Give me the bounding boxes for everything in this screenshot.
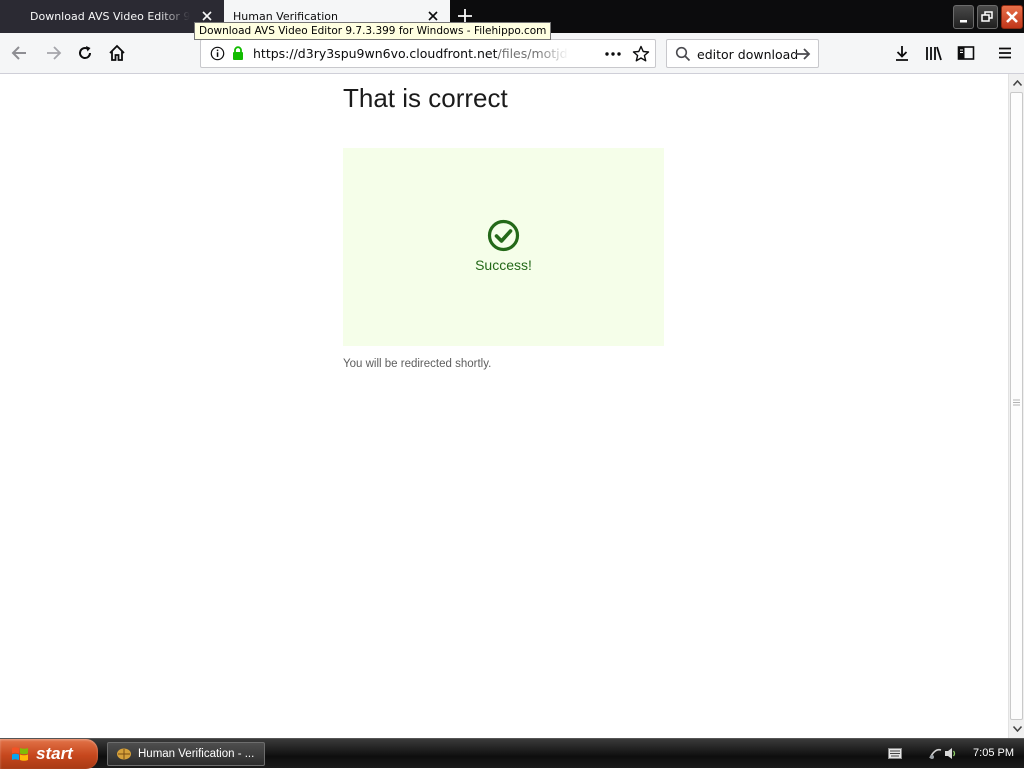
search-bar[interactable]: editor download bbox=[666, 39, 819, 68]
menu-button[interactable] bbox=[994, 42, 1016, 64]
success-label: Success! bbox=[475, 257, 532, 273]
home-icon bbox=[109, 44, 125, 61]
close-icon bbox=[1006, 11, 1018, 23]
start-button[interactable]: start bbox=[0, 739, 98, 769]
check-circle-icon bbox=[487, 219, 520, 252]
download-icon bbox=[896, 46, 908, 61]
reload-icon bbox=[79, 46, 92, 59]
library-icon bbox=[926, 46, 942, 61]
close-icon[interactable] bbox=[200, 9, 214, 23]
taskbar: start Human Verification - ... 7:05 PM bbox=[0, 738, 1024, 769]
downloads-button[interactable] bbox=[891, 42, 913, 64]
url-host: https://d3ry3spu9wn6vo.cloudfront.net bbox=[253, 46, 498, 61]
sidebar-icon bbox=[957, 46, 975, 60]
restore-button[interactable] bbox=[977, 5, 998, 29]
chevron-up-icon bbox=[1012, 80, 1022, 86]
url-text[interactable]: https://d3ry3spu9wn6vo.cloudfront.net/fi… bbox=[253, 46, 569, 61]
lock-icon[interactable] bbox=[231, 46, 245, 61]
scroll-up-button[interactable] bbox=[1009, 75, 1024, 91]
page-content: That is correct Success! You will be red… bbox=[0, 74, 1008, 738]
windows-logo-icon bbox=[12, 747, 28, 761]
tab-tooltip: Download AVS Video Editor 9.7.3.399 for … bbox=[194, 22, 552, 40]
taskbar-item-human-verification[interactable]: Human Verification - ... bbox=[107, 742, 265, 766]
browser-app-icon bbox=[117, 748, 131, 760]
sidebar-button[interactable] bbox=[955, 42, 977, 64]
reload-button[interactable] bbox=[74, 42, 96, 64]
system-tray: 7:05 PM bbox=[876, 739, 1024, 769]
network-icon[interactable] bbox=[928, 746, 943, 761]
close-icon[interactable] bbox=[426, 9, 440, 23]
scrollbar-thumb[interactable] bbox=[1010, 92, 1023, 720]
bookmark-star-icon[interactable] bbox=[632, 45, 650, 63]
speaker-icon[interactable] bbox=[943, 746, 957, 761]
library-button[interactable] bbox=[923, 42, 945, 64]
address-bar[interactable]: https://d3ry3spu9wn6vo.cloudfront.net/fi… bbox=[200, 39, 656, 68]
restore-icon bbox=[981, 11, 993, 22]
grip-icon bbox=[1013, 399, 1020, 406]
info-icon[interactable] bbox=[210, 46, 225, 61]
search-go-arrow-icon[interactable] bbox=[794, 46, 812, 62]
forward-button[interactable] bbox=[42, 42, 64, 64]
search-input-text: editor download bbox=[697, 47, 799, 62]
back-arrow-icon bbox=[11, 46, 26, 60]
minimize-icon bbox=[960, 20, 967, 23]
keyboard-icon[interactable] bbox=[888, 748, 902, 759]
taskbar-clock: 7:05 PM bbox=[973, 747, 1014, 759]
url-path: /files/motjdwca bbox=[497, 46, 569, 61]
start-label: start bbox=[36, 744, 73, 763]
close-window-button[interactable] bbox=[1001, 5, 1023, 29]
redirect-message: You will be redirected shortly. bbox=[343, 358, 492, 370]
success-panel: Success! bbox=[343, 148, 664, 346]
taskbar-item-label: Human Verification - ... bbox=[138, 748, 255, 760]
tab-label: Download AVS Video Editor 9.7.3.399 bbox=[30, 10, 190, 23]
page-title: That is correct bbox=[343, 83, 508, 113]
page-actions-icon[interactable] bbox=[604, 47, 622, 61]
chevron-down-icon bbox=[1012, 726, 1022, 732]
home-button[interactable] bbox=[106, 42, 128, 64]
search-icon bbox=[675, 46, 691, 62]
minimize-button[interactable] bbox=[953, 5, 974, 29]
hamburger-menu-icon bbox=[999, 47, 1011, 59]
forward-arrow-icon bbox=[47, 46, 62, 60]
back-button[interactable] bbox=[9, 42, 31, 64]
vertical-scrollbar[interactable] bbox=[1008, 74, 1024, 738]
scroll-down-button[interactable] bbox=[1009, 721, 1024, 737]
tab-download-avs[interactable]: Download AVS Video Editor 9.7.3.399 bbox=[0, 0, 224, 33]
